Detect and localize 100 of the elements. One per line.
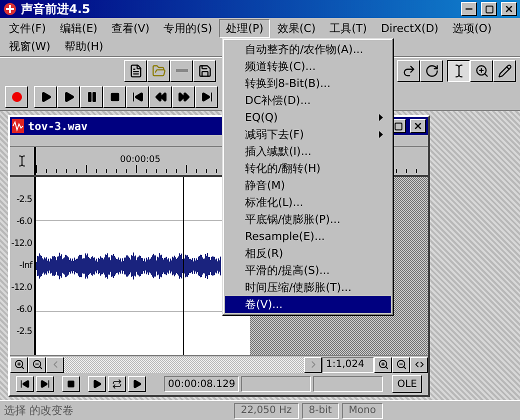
open-folder-button[interactable] (147, 60, 170, 82)
skip-end-icon (200, 91, 212, 103)
time-field: 00:00:08.129 (164, 376, 240, 392)
menu-entry[interactable]: 相反(R) (225, 245, 391, 262)
pencil-button[interactable] (493, 60, 516, 82)
status-field: Mono (342, 402, 383, 418)
zoom-in-button[interactable] (374, 356, 392, 372)
play-icon (132, 379, 142, 389)
menu-entry[interactable]: 转化的/翻转(H) (225, 160, 391, 177)
empty-field (313, 376, 384, 392)
play-button[interactable] (128, 376, 146, 392)
menu-item[interactable]: 选项(O) (445, 18, 499, 38)
rewind-icon (154, 91, 166, 103)
close-button[interactable] (410, 119, 426, 133)
ruler-time-label: 00:00:05 (120, 155, 160, 165)
skip-end-button[interactable] (195, 86, 218, 108)
menu-entry[interactable]: 减弱下去(F) (225, 126, 391, 143)
menu-item[interactable]: 编辑(E) (52, 18, 104, 38)
menu-item[interactable]: 效果(C) (270, 18, 323, 38)
stop-icon (67, 380, 75, 388)
menu-item[interactable]: 视窗(W) (2, 36, 58, 56)
menu-item[interactable]: 文件(F) (2, 18, 53, 38)
menu-entry[interactable]: 平滑的/提高(S)... (225, 262, 391, 279)
play-selection-button[interactable] (34, 86, 57, 108)
menu-item[interactable]: 查看(V) (104, 18, 157, 38)
stop-button[interactable] (103, 86, 126, 108)
menu-entry[interactable]: 自动整齐的/农作物(A)... (225, 41, 391, 58)
zoom-out-icon (32, 359, 42, 370)
zoom-ratio-field: 1:1,024 (322, 356, 374, 372)
menu-item[interactable]: 专用的(S) (156, 18, 220, 38)
scroll-right-button[interactable] (304, 356, 322, 372)
skip-end-icon (40, 379, 50, 389)
close-button[interactable] (501, 2, 517, 16)
maximize-button[interactable] (481, 2, 497, 16)
pencil-icon (498, 64, 512, 78)
menu-entry[interactable]: 平底锅/使膨胀(P)... (225, 211, 391, 228)
skip-start-icon (20, 379, 30, 389)
record-button-button[interactable] (5, 86, 28, 108)
axis-label: -Inf (19, 260, 32, 273)
stop-button[interactable] (62, 376, 80, 392)
zoom-out-button[interactable] (28, 356, 46, 372)
menu-entry[interactable]: 标准化(L)... (225, 194, 391, 211)
skip-end-button[interactable] (36, 376, 54, 392)
menu-item[interactable]: 帮助(H) (57, 36, 110, 56)
maximize-icon (394, 122, 402, 130)
menu-entry[interactable]: 插入缄默(I)... (225, 143, 391, 160)
skip-start-button[interactable] (126, 86, 149, 108)
pause-button[interactable] (80, 86, 103, 108)
close-icon (413, 121, 423, 131)
scroll-left-button[interactable] (46, 356, 64, 372)
menu-entry[interactable]: DC补偿(D)... (225, 92, 391, 109)
play-button[interactable] (57, 86, 80, 108)
fast-forward-icon (178, 91, 190, 103)
axis-label: -2.5 (16, 326, 32, 339)
loop-icon (112, 379, 122, 389)
blank-button[interactable] (170, 60, 193, 82)
minimize-button[interactable] (461, 2, 477, 16)
fast-forward-button[interactable] (172, 86, 195, 108)
play-button[interactable] (88, 376, 106, 392)
redo-icon (402, 64, 416, 78)
menu-item[interactable]: DirectX(D) (374, 20, 446, 36)
document-title: tov-3.wav (28, 120, 89, 132)
skip-start-button[interactable] (16, 376, 34, 392)
zoom-fit-button[interactable] (410, 356, 428, 372)
status-message: 选择 的改变卷 (4, 403, 74, 418)
zoom-button[interactable] (470, 60, 493, 82)
status-field: 22,050 Hz (234, 402, 299, 418)
menu-entry[interactable]: EQ(Q) (225, 109, 391, 126)
axis-label: -6.0 (16, 304, 32, 317)
close-icon (504, 4, 514, 14)
rewind-button[interactable] (149, 86, 172, 108)
blank-icon (176, 69, 188, 72)
rotate-button[interactable] (420, 60, 443, 82)
menu-entry[interactable]: Resample(E)... (225, 228, 391, 245)
zoom-icon (474, 64, 488, 78)
status-field: 8-bit (302, 402, 339, 418)
redo-button[interactable] (397, 60, 420, 82)
menu-item[interactable]: 工具(T) (322, 18, 374, 38)
play-icon (62, 91, 74, 103)
save-button[interactable] (193, 60, 216, 82)
skip-start-icon (132, 91, 144, 103)
zoom-in-button[interactable] (10, 356, 28, 372)
menu-entry[interactable]: 卷(V)... (225, 296, 391, 313)
menu-entry[interactable]: 时间压缩/使膨胀(T)... (225, 279, 391, 296)
menu-entry[interactable]: 静音(M) (225, 177, 391, 194)
text-cursor-button[interactable] (447, 60, 470, 82)
menu-item[interactable]: 处理(P) (219, 18, 270, 38)
ole-button[interactable]: OLE (392, 375, 422, 393)
menu-entry[interactable]: 转换到8-Bit(B)... (225, 75, 391, 92)
maximize-icon (484, 4, 494, 14)
menu-entry[interactable]: 频道转换(C)... (225, 58, 391, 75)
save-icon (198, 64, 212, 78)
loop-button[interactable] (108, 376, 126, 392)
app-logo-icon (3, 2, 17, 16)
zoom-in-icon (14, 359, 24, 370)
rotate-icon (424, 64, 438, 78)
new-file-button[interactable] (124, 60, 147, 82)
stop-icon (110, 92, 120, 102)
zoom-out-button[interactable] (392, 356, 410, 372)
axis-label: -6.0 (16, 216, 32, 229)
